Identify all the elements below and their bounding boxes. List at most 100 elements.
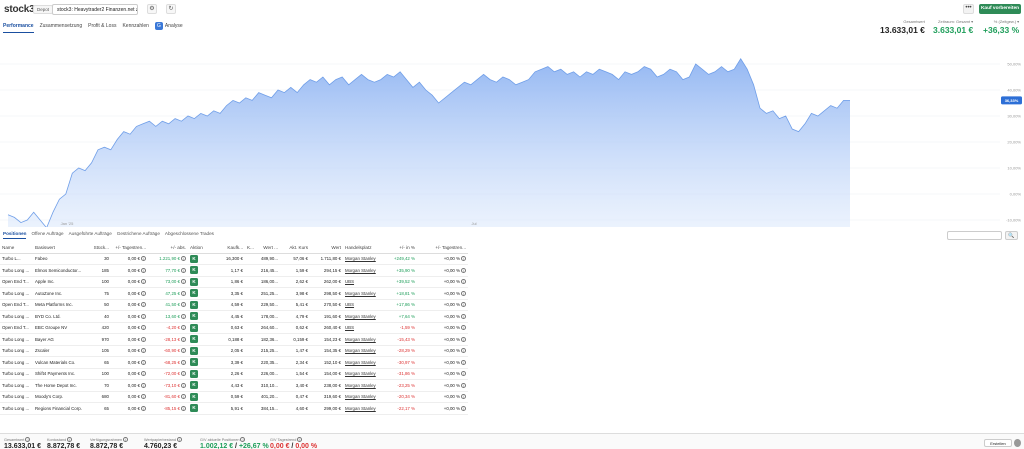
info-icon[interactable]: i [181,336,186,342]
column-header[interactable]: Akt. Kurs [280,243,310,254]
period-label[interactable]: Zeitraum: Gesamt ▾ [933,19,973,24]
table-row[interactable]: Turbo Long ... Shift4 Payments Inc. 100 0,0… [0,368,468,380]
table-row[interactable]: Turbo Long ... Regions Financial Corp. 65 0… [0,402,468,415]
tab-zusammensetzung[interactable]: Zusammensetzung [40,23,83,32]
info-icon[interactable]: i [141,359,146,365]
more-options-button[interactable]: ••• [963,4,974,14]
cell-venue[interactable]: Morgan Stanley [343,402,383,415]
tab-performance[interactable]: Performance [3,23,34,33]
trade-action-button[interactable]: K [190,254,198,263]
info-icon[interactable]: i [141,325,146,331]
info-icon[interactable]: i [141,302,146,308]
column-header[interactable]: +/- Tagestren... [417,243,468,254]
table-row[interactable]: Turbo L... Fabeo 30 0,00 € i 1.221,90 € i K 16,3… [0,253,468,265]
info-icon[interactable]: i [141,256,146,262]
cell-venue[interactable]: Morgan Stanley [343,253,383,265]
info-icon[interactable]: i [141,313,146,319]
cell-venue[interactable]: Morgan Stanley [343,333,383,346]
create-button[interactable]: Erstellen [984,439,1012,447]
column-header[interactable]: +/- abs. [148,243,188,254]
info-icon[interactable]: i [461,371,466,377]
info-icon[interactable]: i [181,302,186,308]
performance-chart[interactable]: 50,00% 40,00% 30,00% 20,00% 10,00% 0,00% -10,0… [0,39,1024,227]
info-icon[interactable]: i [141,290,146,296]
cell-venue[interactable]: Morgan Stanley [343,264,383,277]
tab-abgeschlossene-trades[interactable]: Abgeschlossene Trades [165,231,214,239]
info-icon[interactable]: i [461,313,466,319]
info-icon[interactable]: i [141,405,146,411]
info-icon[interactable]: i [240,437,246,442]
cell-venue[interactable]: Morgan Stanley [343,310,383,323]
info-icon[interactable]: i [181,405,186,411]
settings-gear-icon[interactable]: ⚙ [147,4,157,14]
summary-period[interactable]: Zeitraum: Gesamt ▾ 3.633,01 € [933,19,973,35]
tab-kennzahlen[interactable]: Kennzahlen [122,23,148,32]
info-icon[interactable]: i [297,437,303,442]
info-icon[interactable]: i [181,290,186,296]
info-icon[interactable]: i [181,371,186,377]
info-icon[interactable]: i [181,267,186,273]
column-header[interactable]: Aktion [188,243,218,254]
info-icon[interactable]: i [141,394,146,400]
trade-action-button[interactable]: K [190,323,198,332]
info-icon[interactable]: i [181,359,186,365]
trade-action-button[interactable]: K [190,346,198,355]
info-icon[interactable]: i [461,405,466,411]
info-icon[interactable]: i [461,348,466,354]
column-header[interactable]: +/- Tagestren... [111,243,148,254]
trade-action-button[interactable]: K [190,277,198,286]
app-logo[interactable]: stock3 [4,4,35,15]
summary-pct[interactable]: % (Zeitgew.) ▾ +36,33 % [983,19,1019,35]
cell-venue[interactable]: Morgan Stanley [343,356,383,369]
info-icon[interactable]: i [461,325,466,331]
info-icon[interactable]: i [461,290,466,296]
trade-action-button[interactable]: K [190,369,198,378]
column-header[interactable]: Name [0,243,33,254]
table-row[interactable]: Turbo Long ... Vulcan Materials Co. 65 0,00… [0,356,468,369]
cell-venue[interactable]: Morgan Stanley [343,287,383,300]
trade-action-button[interactable]: K [190,358,198,367]
trade-action-button[interactable]: K [190,404,198,413]
table-row[interactable]: Turbo Long ... BYD Co. Ltd. 40 0,00 € i 13,60… [0,310,468,323]
table-row[interactable]: Turbo Long ... AutoZone Inc. 75 0,00 € i 47,2… [0,287,468,300]
info-icon[interactable]: i [181,325,186,331]
column-header[interactable]: Basiswert [33,243,87,254]
column-header[interactable]: K... [245,243,255,254]
info-icon[interactable]: i [181,394,186,400]
info-icon[interactable]: i [123,437,129,442]
info-icon[interactable]: i [461,336,466,342]
column-header[interactable]: +/- in % [383,243,417,254]
buy-prepare-button[interactable]: Kauf vorbereiten [979,4,1021,14]
tab-ausgefuehrte-auftraege[interactable]: Ausgeführte Aufträge [69,231,112,239]
positions-search-input[interactable] [947,231,1002,240]
depot-selector[interactable]: stock3: Heavytrader2 Finanzen.net zero [52,4,138,15]
info-icon[interactable]: i [461,302,466,308]
info-icon[interactable]: i [461,256,466,262]
column-header[interactable]: Wert [310,243,343,254]
trade-action-button[interactable]: K [190,335,198,344]
table-row[interactable]: Open End T... Apple Inc. 100 0,00 € i 73,00 €… [0,276,468,288]
info-icon[interactable]: i [181,348,186,354]
info-icon[interactable]: i [25,437,31,442]
cell-venue[interactable]: Morgan Stanley [343,345,383,357]
search-icon[interactable]: 🔍 [1005,231,1018,240]
info-icon[interactable]: i [461,267,466,273]
table-row[interactable]: Turbo Long ... Zscaler 105 0,00 € i -60,90 € i… [0,345,468,357]
info-icon[interactable]: i [461,279,466,285]
info-icon[interactable]: i [141,348,146,354]
cell-venue[interactable]: UBS [343,299,383,311]
table-row[interactable]: Turbo Long ... Moody's Corp. 680 0,00 € i -81… [0,391,468,403]
trade-action-button[interactable]: K [190,312,198,321]
trade-action-button[interactable]: K [190,289,198,298]
column-header[interactable]: Stück... [87,243,111,254]
table-row[interactable]: Open End T... Meta Platforms Inc. 50 0,00 €… [0,299,468,311]
info-icon[interactable]: i [181,313,186,319]
info-icon[interactable]: i [67,437,73,442]
column-header[interactable]: Handelsplatz [343,243,383,254]
pct-label[interactable]: % (Zeitgew.) ▾ [983,19,1019,24]
cell-venue[interactable]: UBS [343,322,383,334]
column-header[interactable]: Kaufk... [218,243,245,254]
info-icon[interactable]: i [141,267,146,273]
cell-venue[interactable]: Morgan Stanley [343,379,383,392]
info-icon[interactable]: i [141,382,146,388]
